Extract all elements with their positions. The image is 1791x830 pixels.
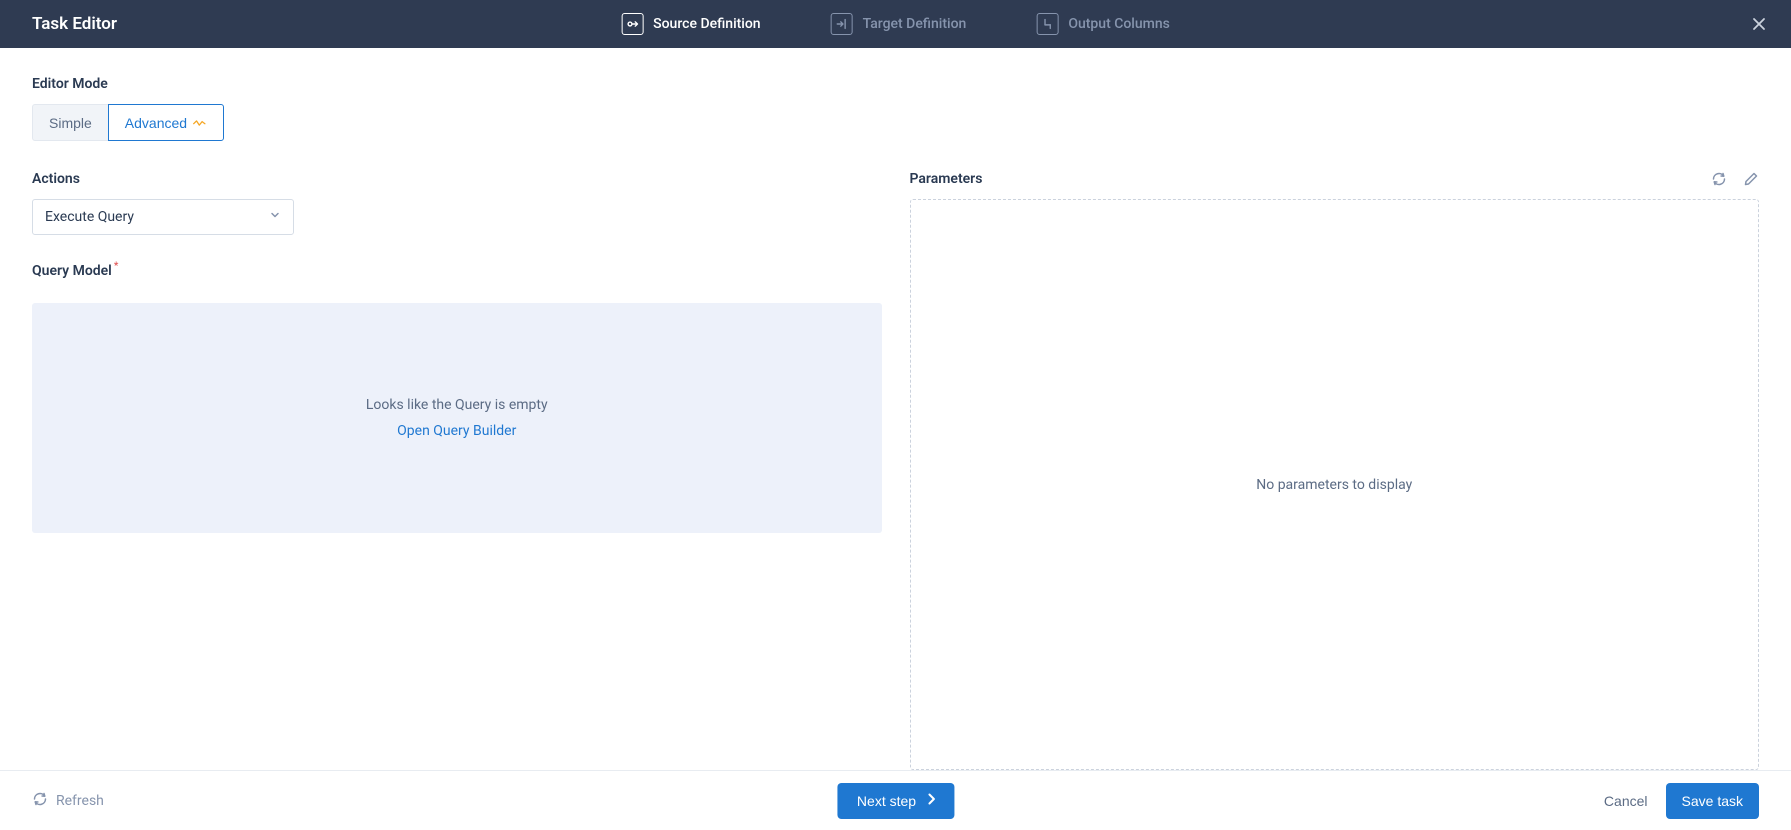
parameters-empty-text: No parameters to display (1256, 477, 1412, 493)
step-output-columns[interactable]: Output Columns (1036, 13, 1170, 35)
editor-mode-simple[interactable]: Simple (32, 104, 109, 141)
chevron-right-icon (924, 792, 938, 809)
editor-mode-toggle: Simple Advanced (32, 104, 1759, 141)
parameters-box: No parameters to display (910, 199, 1760, 770)
wizard-steps: Source Definition Target Definition Outp… (621, 0, 1170, 48)
step-label: Source Definition (653, 16, 760, 32)
editor-mode-label: Editor Mode (32, 76, 1759, 92)
target-icon (831, 13, 853, 35)
refresh-icon (32, 791, 48, 811)
step-source-definition[interactable]: Source Definition (621, 13, 760, 35)
advanced-icon (193, 115, 207, 131)
query-empty-text: Looks like the Query is empty (366, 397, 548, 413)
refresh-button[interactable]: Refresh (32, 791, 104, 811)
edit-parameters-button[interactable] (1743, 171, 1759, 187)
step-label: Target Definition (863, 16, 967, 32)
source-icon (621, 13, 643, 35)
page-title: Task Editor (32, 14, 117, 34)
columns-icon (1036, 13, 1058, 35)
open-query-builder-link[interactable]: Open Query Builder (397, 423, 516, 439)
parameters-label: Parameters (910, 171, 983, 187)
next-step-button[interactable]: Next step (837, 783, 954, 819)
chevron-down-icon (269, 209, 281, 225)
footer-bar: Refresh Next step Cancel Save task (0, 770, 1791, 830)
editor-mode-advanced-label: Advanced (125, 115, 187, 131)
header-bar: Task Editor Source Definition Target Def… (0, 0, 1791, 48)
actions-label: Actions (32, 171, 882, 187)
refresh-parameters-button[interactable] (1711, 171, 1727, 187)
next-step-label: Next step (857, 793, 916, 809)
editor-mode-advanced[interactable]: Advanced (108, 104, 224, 141)
editor-mode-simple-label: Simple (49, 115, 92, 131)
actions-select-value: Execute Query (45, 209, 134, 225)
cancel-button[interactable]: Cancel (1604, 793, 1648, 809)
actions-select[interactable]: Execute Query (32, 199, 294, 235)
required-indicator: * (114, 261, 119, 272)
query-model-box: Looks like the Query is empty Open Query… (32, 303, 882, 533)
refresh-label: Refresh (56, 793, 104, 809)
query-model-label-text: Query Model (32, 263, 112, 279)
step-label: Output Columns (1068, 16, 1170, 32)
query-model-label: Query Model * (32, 263, 882, 279)
step-target-definition[interactable]: Target Definition (831, 13, 967, 35)
save-task-button[interactable]: Save task (1666, 783, 1759, 819)
close-button[interactable] (1745, 10, 1773, 38)
